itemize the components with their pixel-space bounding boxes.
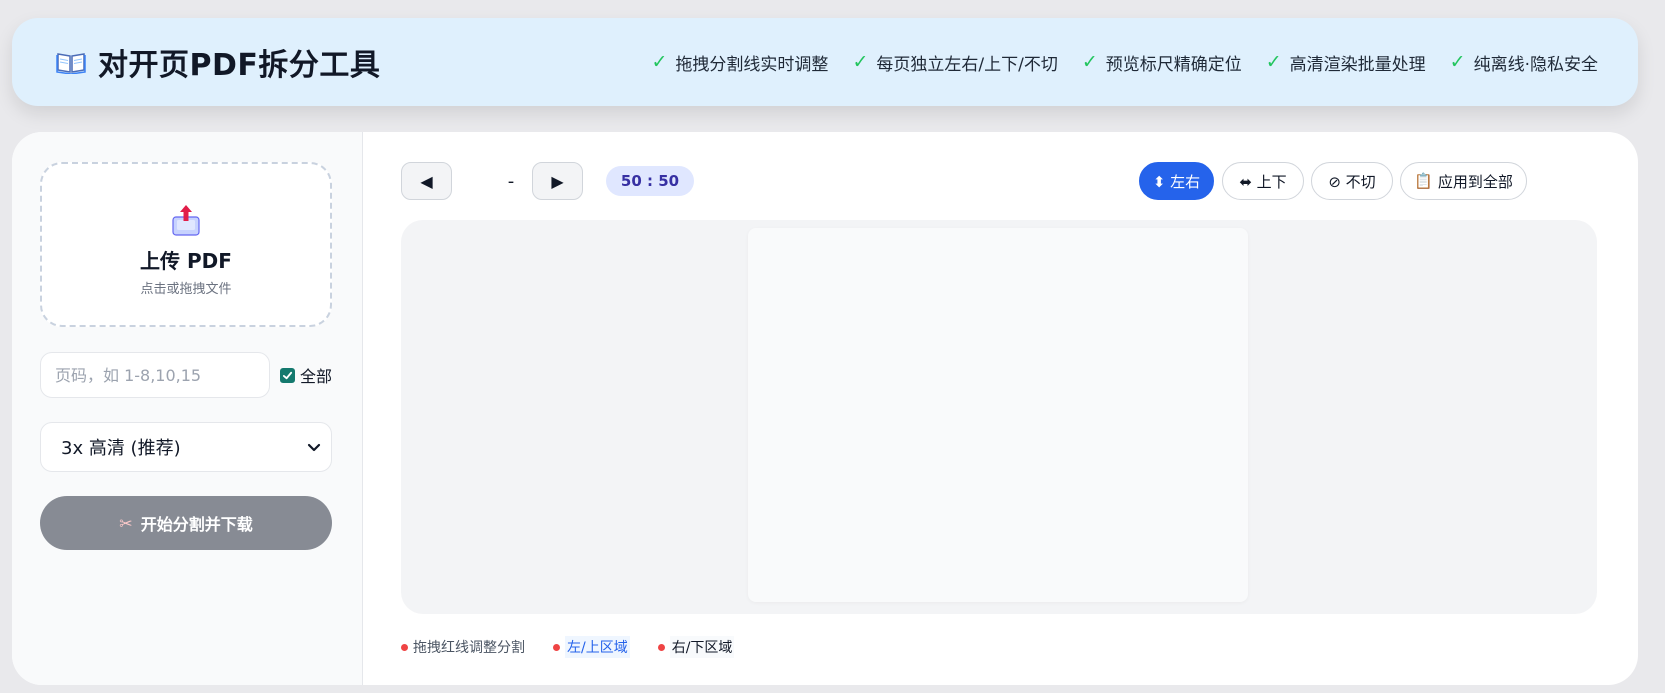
check-icon: ✓ (1265, 50, 1282, 73)
check-icon: ✓ (651, 50, 668, 73)
red-dot-icon (657, 643, 665, 651)
red-dot-icon (401, 643, 408, 651)
next-page-button[interactable]: ▶ (532, 162, 583, 200)
feature-item: ✓ 纯离线·隐私安全 (1450, 50, 1598, 75)
preview-workspace: ◀ - ▶ 50 : 50 ⬍ 左右 ⬌ 上下 ⊘ 不切 📋 应用到全部 拖拽红… (363, 132, 1638, 685)
feature-item: ✓ 高清渲染批量处理 (1266, 50, 1426, 75)
preview-canvas[interactable] (401, 220, 1597, 614)
quality-selected-value: 3x 高清 (推荐) (61, 438, 181, 459)
preview-toolbar: ◀ - ▶ 50 : 50 ⬍ 左右 ⬌ 上下 ⊘ 不切 📋 应用到全部 (401, 162, 1597, 200)
start-button-label: 开始分割并下载 (140, 515, 253, 534)
chevron-down-icon (307, 440, 321, 454)
page-range-row: 全部 (40, 352, 332, 398)
start-split-download-button[interactable]: ✂ 开始分割并下载 (40, 496, 332, 550)
scissors-icon: ✂ (119, 513, 133, 533)
red-dot-icon (553, 643, 560, 651)
main-panel: 上传 PDF 点击或拖拽文件 全部 3x 高清 (推荐) ✂ 开始分割并下载 (12, 132, 1638, 685)
check-icon: ✓ (1081, 50, 1098, 73)
feature-item: ✓ 拖拽分割线实时调整 (652, 50, 829, 75)
split-ratio-badge: 50 : 50 (606, 166, 694, 196)
mode-no-split-button[interactable]: ⊘ 不切 (1311, 162, 1393, 200)
brand: 对开页PDF拆分工具 (56, 40, 380, 84)
check-icon: ✓ (852, 50, 869, 73)
legend-left-top: 左/上区域 (553, 636, 630, 658)
check-icon: ✓ (1449, 50, 1466, 73)
upload-dropzone[interactable]: 上传 PDF 点击或拖拽文件 (40, 162, 332, 327)
page-range-input[interactable] (40, 352, 270, 398)
upload-title: 上传 PDF (140, 248, 232, 273)
feature-label: 每页独立左右/上下/不切 (876, 54, 1058, 75)
upload-hint: 点击或拖拽文件 (140, 281, 232, 297)
apply-to-all-label: 应用到全部 (1437, 172, 1513, 191)
feature-label: 高清渲染批量处理 (1289, 54, 1426, 75)
app-header: 对开页PDF拆分工具 ✓ 拖拽分割线实时调整 ✓ 每页独立左右/上下/不切 ✓ … (12, 18, 1638, 106)
feature-label: 预览标尺精确定位 (1105, 54, 1242, 75)
feature-label: 纯离线·隐私安全 (1473, 54, 1598, 75)
mode-left-right-button[interactable]: ⬍ 左右 (1139, 162, 1214, 200)
mode-top-bottom-button[interactable]: ⬌ 上下 (1222, 162, 1304, 200)
all-pages-label: 全部 (300, 367, 333, 386)
feature-item: ✓ 每页独立左右/上下/不切 (852, 50, 1057, 75)
all-pages-checkbox[interactable]: 全部 (280, 363, 332, 387)
feature-list: ✓ 拖拽分割线实时调整 ✓ 每页独立左右/上下/不切 ✓ 预览标尺精确定位 ✓ … (652, 50, 1598, 75)
checkbox-checked-icon[interactable] (280, 367, 295, 383)
app-title: 对开页PDF拆分工具 (98, 48, 381, 83)
legend-drag-hint: 拖拽红线调整分割 (401, 637, 525, 657)
page-indicator: - (507, 170, 515, 192)
sidebar: 上传 PDF 点击或拖拽文件 全部 3x 高清 (推荐) ✂ 开始分割并下载 (12, 132, 363, 685)
apply-to-all-button[interactable]: 📋 应用到全部 (1400, 162, 1527, 200)
legend-right-bottom: 右/下区域 (657, 636, 735, 658)
prev-page-button[interactable]: ◀ (401, 162, 452, 200)
feature-label: 拖拽分割线实时调整 (675, 54, 829, 75)
quality-select[interactable]: 3x 高清 (推荐) (40, 422, 332, 472)
page-preview-sheet[interactable] (748, 228, 1248, 602)
preview-legend: 拖拽红线调整分割 左/上区域 右/下区域 (401, 636, 735, 658)
open-book-icon (56, 50, 86, 74)
clipboard-icon: 📋 (1414, 172, 1433, 190)
upload-tray-icon (170, 203, 202, 237)
feature-item: ✓ 预览标尺精确定位 (1082, 50, 1242, 75)
